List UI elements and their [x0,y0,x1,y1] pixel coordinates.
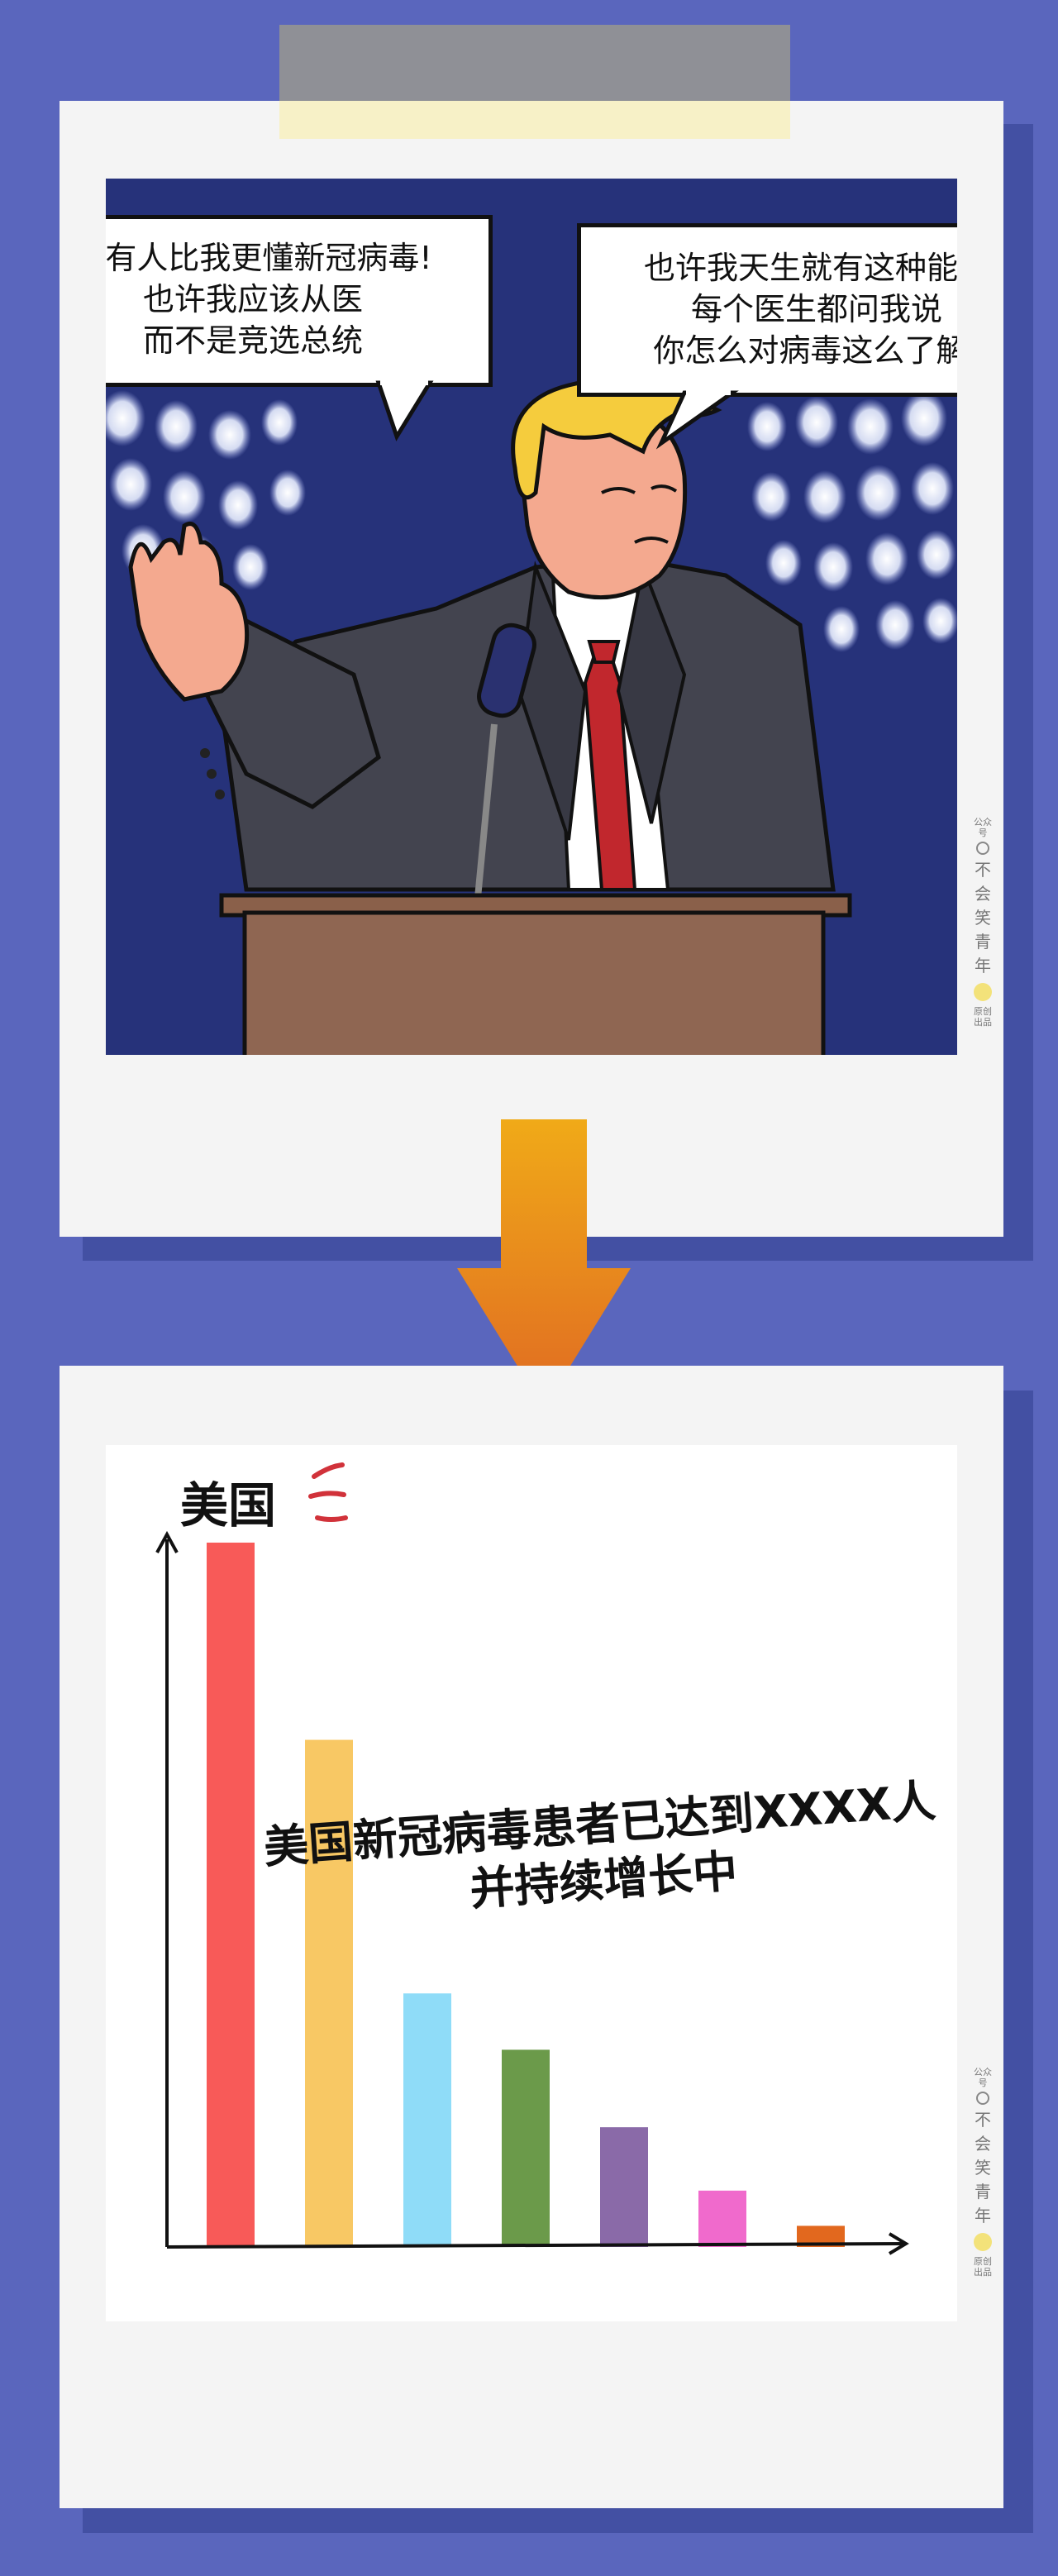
wechat-icon [976,842,989,855]
smiley-icon [974,2233,992,2251]
chart-panel: 美国 美国新冠病毒患者已达到XXXX人 并持续增长中 [106,1445,957,2321]
comic-panel: 没有人比我更懂新冠病毒! 也许我应该从医 而不是竞选总统 也许我天生就有这种能力… [106,179,957,1055]
bubble-right-line-2: 每个医生都问我说 [690,291,942,327]
watermark-char-2: 会 [975,2134,991,2154]
watermark-label: 公众号 [974,817,992,838]
watermark-original: 原创出品 [974,2256,992,2278]
watermark-char-4: 青 [975,932,991,952]
watermark-original: 原创出品 [974,1006,992,1028]
watermark-char-1: 不 [975,860,991,880]
watermark-bottom: 公众号 不 会 笑 青 年 原创出品 [970,2067,995,2278]
bar-3 [403,1993,451,2247]
bubble-right-line-1: 也许我天生就有这种能力 [643,250,957,286]
speech-bubble-left: 没有人比我更懂新冠病毒! 也许我应该从医 而不是竞选总统 [106,215,493,387]
tape [279,25,790,139]
bubble-left-line-1: 没有人比我更懂新冠病毒! [106,240,432,276]
bubble-left-line-3: 而不是竞选总统 [142,322,363,359]
smiley-icon [974,983,992,1001]
watermark-char-1: 不 [975,2110,991,2130]
wechat-icon [976,2092,989,2105]
bubble-right-line-3: 你怎么对病毒这么了解! [653,332,957,369]
bar-6 [698,2190,746,2247]
watermark-char-5: 年 [975,956,991,976]
watermark-top: 公众号 不 会 笑 青 年 原创出品 [970,817,995,1028]
bar-5 [600,2127,648,2247]
bar-4 [502,2049,550,2247]
x-axis [166,2242,907,2249]
watermark-char-2: 会 [975,884,991,904]
watermark-char-5: 年 [975,2206,991,2225]
bubble-left-line-2: 也许我应该从医 [142,281,363,317]
watermark-char-3: 笑 [975,2158,991,2178]
speech-bubble-right: 也许我天生就有这种能力 每个医生都问我说 你怎么对病毒这么了解! [577,223,957,397]
watermark-char-3: 笑 [975,908,991,928]
watermark-label: 公众号 [974,2067,992,2088]
watermark-char-4: 青 [975,2182,991,2202]
